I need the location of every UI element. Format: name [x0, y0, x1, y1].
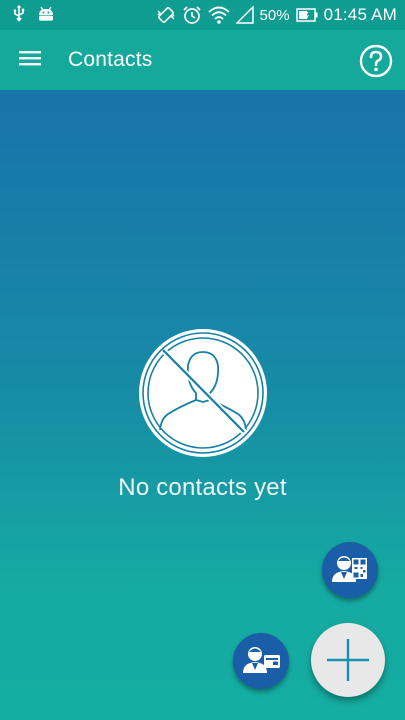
help-circle-icon	[359, 44, 393, 82]
share-card-contact-button[interactable]	[233, 633, 289, 689]
person-qr-icon	[322, 542, 378, 598]
wifi-icon	[207, 6, 230, 24]
hamburger-menu-icon	[19, 50, 41, 71]
plus-icon	[311, 623, 385, 697]
scan-qr-contact-button[interactable]	[322, 542, 378, 598]
empty-state: No contacts yet	[0, 326, 405, 502]
android-icon	[36, 6, 56, 22]
signal-icon	[235, 6, 254, 24]
app-bar: Contacts	[0, 30, 405, 90]
battery-percent: 50%	[259, 6, 290, 24]
status-time: 01:45 AM	[323, 5, 397, 24]
empty-message: No contacts yet	[118, 474, 287, 501]
vibrate-icon	[156, 5, 176, 25]
alarm-icon	[182, 5, 202, 25]
menu-button[interactable]	[14, 44, 46, 76]
help-button[interactable]	[359, 44, 393, 78]
contacts-screen: 50% 01:45 AM Contacts No contacts yet	[0, 0, 405, 720]
usb-icon	[12, 5, 26, 23]
no-contacts-icon	[136, 326, 270, 460]
battery-icon	[295, 7, 318, 23]
page-title: Contacts	[68, 48, 153, 71]
add-contact-button[interactable]	[311, 623, 385, 697]
person-card-icon	[233, 633, 289, 689]
status-bar: 50% 01:45 AM	[0, 0, 405, 30]
